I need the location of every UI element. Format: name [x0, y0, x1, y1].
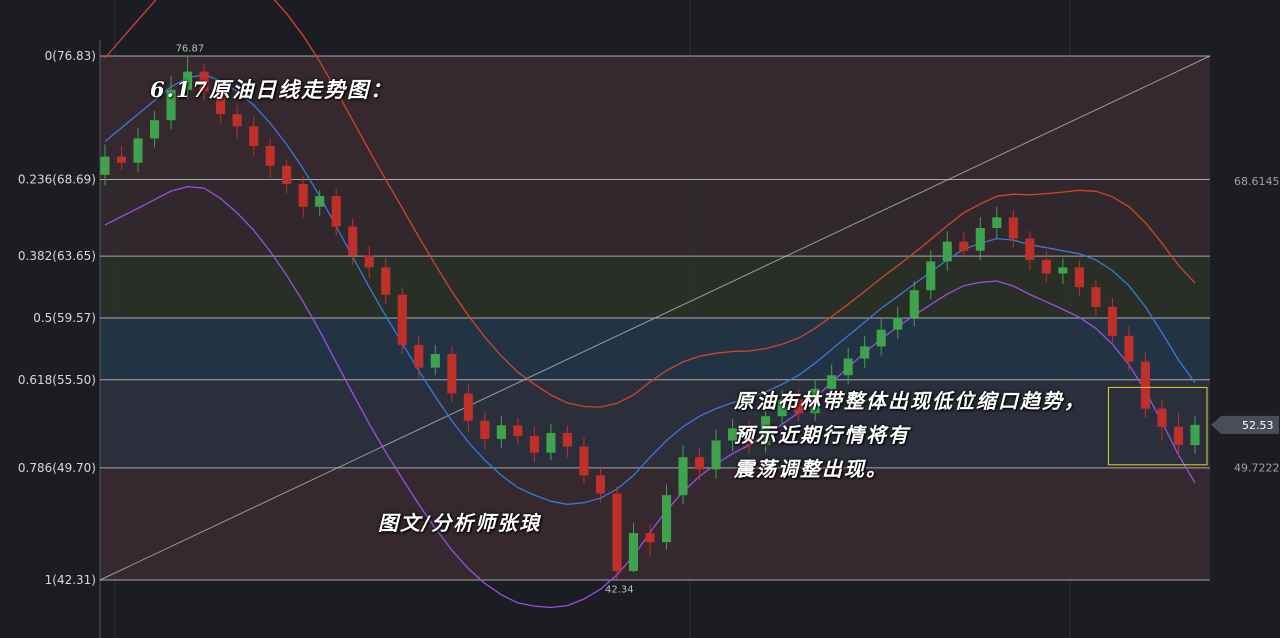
candle-body-29	[579, 446, 589, 476]
fib-label-3: 0.5(59.57)	[33, 311, 96, 325]
right-axis-label-upper: 68.6145	[1234, 175, 1280, 188]
annotation-line-1: 原油布林带整体出现低位缩口趋势，	[734, 389, 1086, 413]
candle-body-66	[1190, 424, 1200, 446]
candle-body-60	[1091, 287, 1101, 307]
candle-body-20	[430, 353, 440, 368]
right-axis-label-lower: 49.7222	[1234, 462, 1280, 475]
chart-title: 6.17原油日线走势图：	[150, 77, 394, 102]
candle-body-55	[1008, 217, 1018, 239]
chart-stage: 0(76.83) 0.236(68.69) 0.382(63.65) 0.5(59.5…	[0, 0, 1280, 638]
candle-body-13	[315, 196, 325, 207]
candle-body-49	[909, 290, 919, 318]
fib-label-0: 0(76.83)	[45, 49, 96, 63]
analysis-annotation: 原油布林带整体出现低位缩口趋势， 预示近期行情将有 震荡调整出现。	[734, 384, 1094, 486]
fib-label-1: 0.236(68.69)	[18, 173, 96, 187]
annotation-line-2: 预示近期行情将有	[734, 423, 910, 447]
candle-body-33	[645, 533, 655, 543]
candle-body-51	[942, 241, 952, 262]
candle-body-25	[513, 425, 523, 436]
candle-body-8	[232, 114, 242, 127]
candle-body-11	[282, 165, 292, 184]
low-price-label: 42.34	[605, 585, 634, 596]
fib-zone-1	[100, 179, 1210, 257]
candle-body-21	[447, 353, 457, 394]
candle-body-50	[926, 261, 936, 291]
candle-body-0	[100, 156, 110, 175]
fib-label-4: 0.618(55.50)	[18, 373, 96, 387]
candle-body-15	[348, 226, 358, 256]
candle-body-45	[843, 358, 853, 376]
candle-body-34	[661, 495, 672, 543]
candle-63	[1140, 352, 1150, 418]
candle-body-37	[711, 440, 721, 470]
candle-body-65	[1173, 426, 1184, 446]
fib-label-2: 0.382(63.65)	[18, 249, 96, 263]
candle-body-2	[133, 138, 143, 163]
author-credit: 图文/分析师张琅	[378, 511, 542, 535]
candle-body-17	[381, 267, 391, 295]
candle-body-62	[1124, 335, 1134, 362]
candle-body-48	[893, 317, 903, 330]
candle-body-9	[249, 126, 259, 147]
candle-body-3	[150, 120, 160, 139]
candle-body-61	[1107, 306, 1117, 336]
candle-body-16	[364, 255, 374, 268]
candle-18	[397, 287, 407, 354]
candle-body-52	[959, 241, 969, 251]
candle-31	[612, 486, 622, 580]
candle-body-1	[116, 156, 127, 163]
candle-body-31	[612, 493, 622, 572]
current-price-label: 52.53	[1242, 419, 1274, 432]
candle-body-32	[628, 533, 639, 572]
candle-body-27	[546, 432, 556, 453]
fib-label-6: 1(42.31)	[45, 573, 96, 587]
candle-body-28	[562, 432, 572, 447]
candle-body-10	[265, 146, 275, 166]
candle-body-54	[992, 217, 1002, 228]
candle-body-30	[595, 475, 605, 494]
candle-body-26	[529, 435, 539, 453]
candle-body-53	[975, 227, 985, 251]
candle-body-14	[331, 196, 341, 227]
candle-body-35	[678, 457, 688, 496]
annotation-line-3: 震荡调整出现。	[734, 457, 888, 481]
candle-body-58	[1058, 267, 1068, 274]
candle-body-18	[397, 294, 407, 345]
candle-body-22	[463, 393, 473, 421]
candle-body-57	[1041, 259, 1051, 274]
candle-body-64	[1157, 408, 1167, 427]
fib-label-5: 0.786(49.70)	[18, 461, 96, 475]
candle-body-56	[1025, 238, 1035, 260]
candle-body-63	[1140, 361, 1150, 409]
fib-zone-3	[100, 318, 1210, 380]
candle-body-36	[695, 457, 705, 470]
candle-body-47	[876, 329, 886, 347]
candle-body-59	[1074, 267, 1084, 288]
candle-body-46	[860, 346, 870, 359]
candle-body-23	[480, 420, 490, 439]
candle-body-24	[496, 425, 506, 439]
candle-body-19	[414, 344, 424, 368]
candle-body-12	[298, 183, 308, 207]
high-price-label: 76.87	[176, 43, 205, 54]
